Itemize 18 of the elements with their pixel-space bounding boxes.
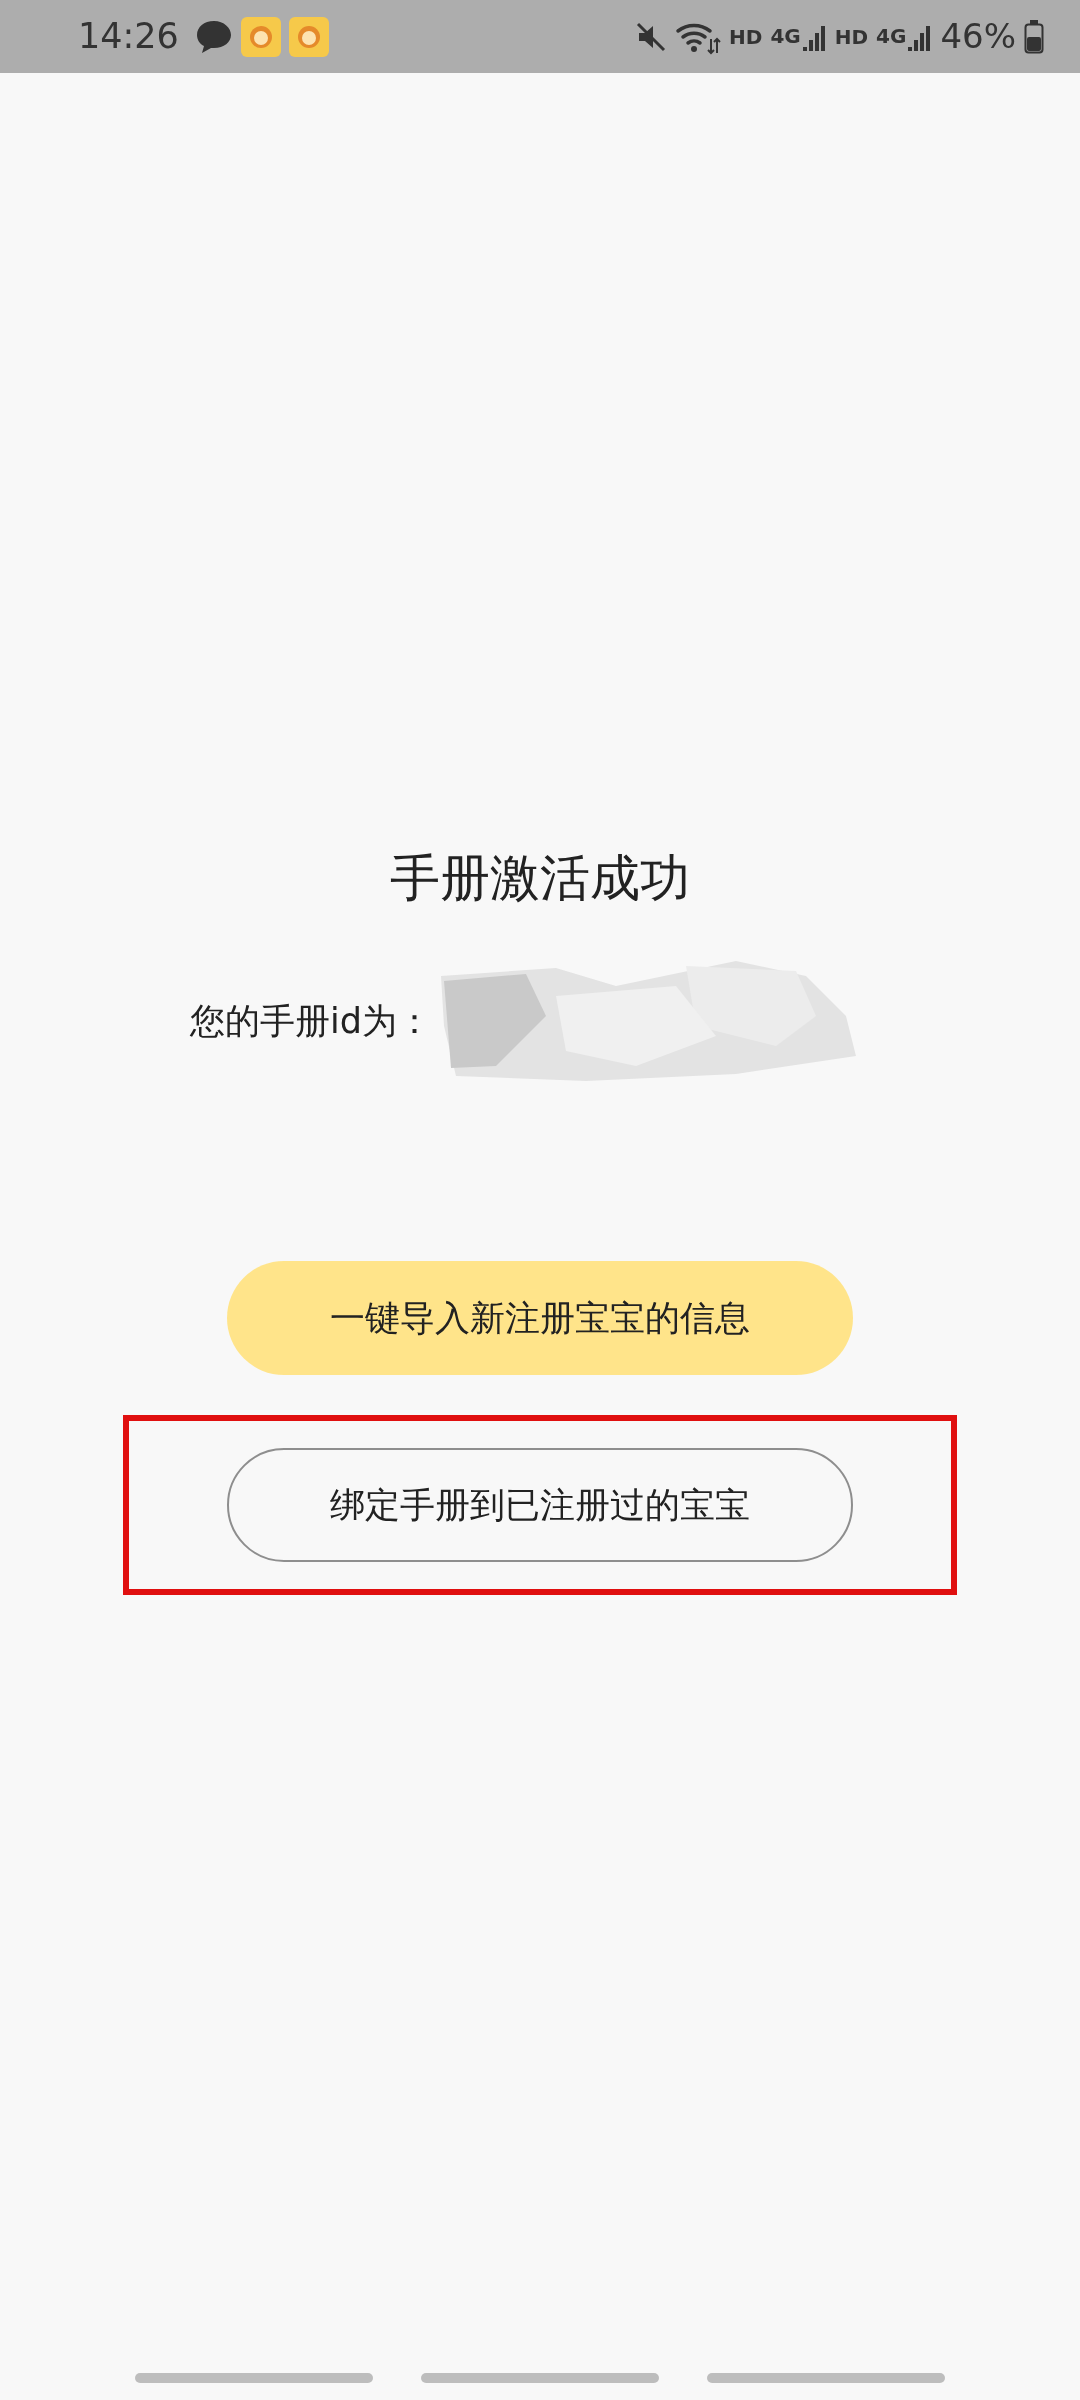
app-icon	[288, 16, 329, 57]
battery-percent: 46%	[940, 15, 1016, 58]
battery-icon	[1024, 19, 1044, 54]
page-title: 手册激活成功	[390, 848, 690, 909]
network-label: 4G	[876, 22, 907, 50]
hd-label: HD	[834, 23, 869, 51]
chat-bubble-icon	[194, 18, 233, 55]
clock: 14:26	[78, 15, 179, 59]
action-button[interactable]: 一键导入新注册宝宝的信息	[227, 1261, 853, 1375]
nav-bar-handle[interactable]	[421, 2373, 659, 2383]
id-label: 您的手册id为：	[190, 999, 432, 1043]
nav-bar-handle[interactable]	[135, 2373, 373, 2383]
nav-bar-handle[interactable]	[707, 2373, 945, 2383]
action-button[interactable]: 绑定手册到已注册过的宝宝	[227, 1448, 853, 1562]
app-icon	[240, 16, 281, 57]
hd-label: HD	[729, 23, 763, 51]
network-label: 4G	[770, 22, 801, 50]
mute-icon	[635, 20, 668, 53]
